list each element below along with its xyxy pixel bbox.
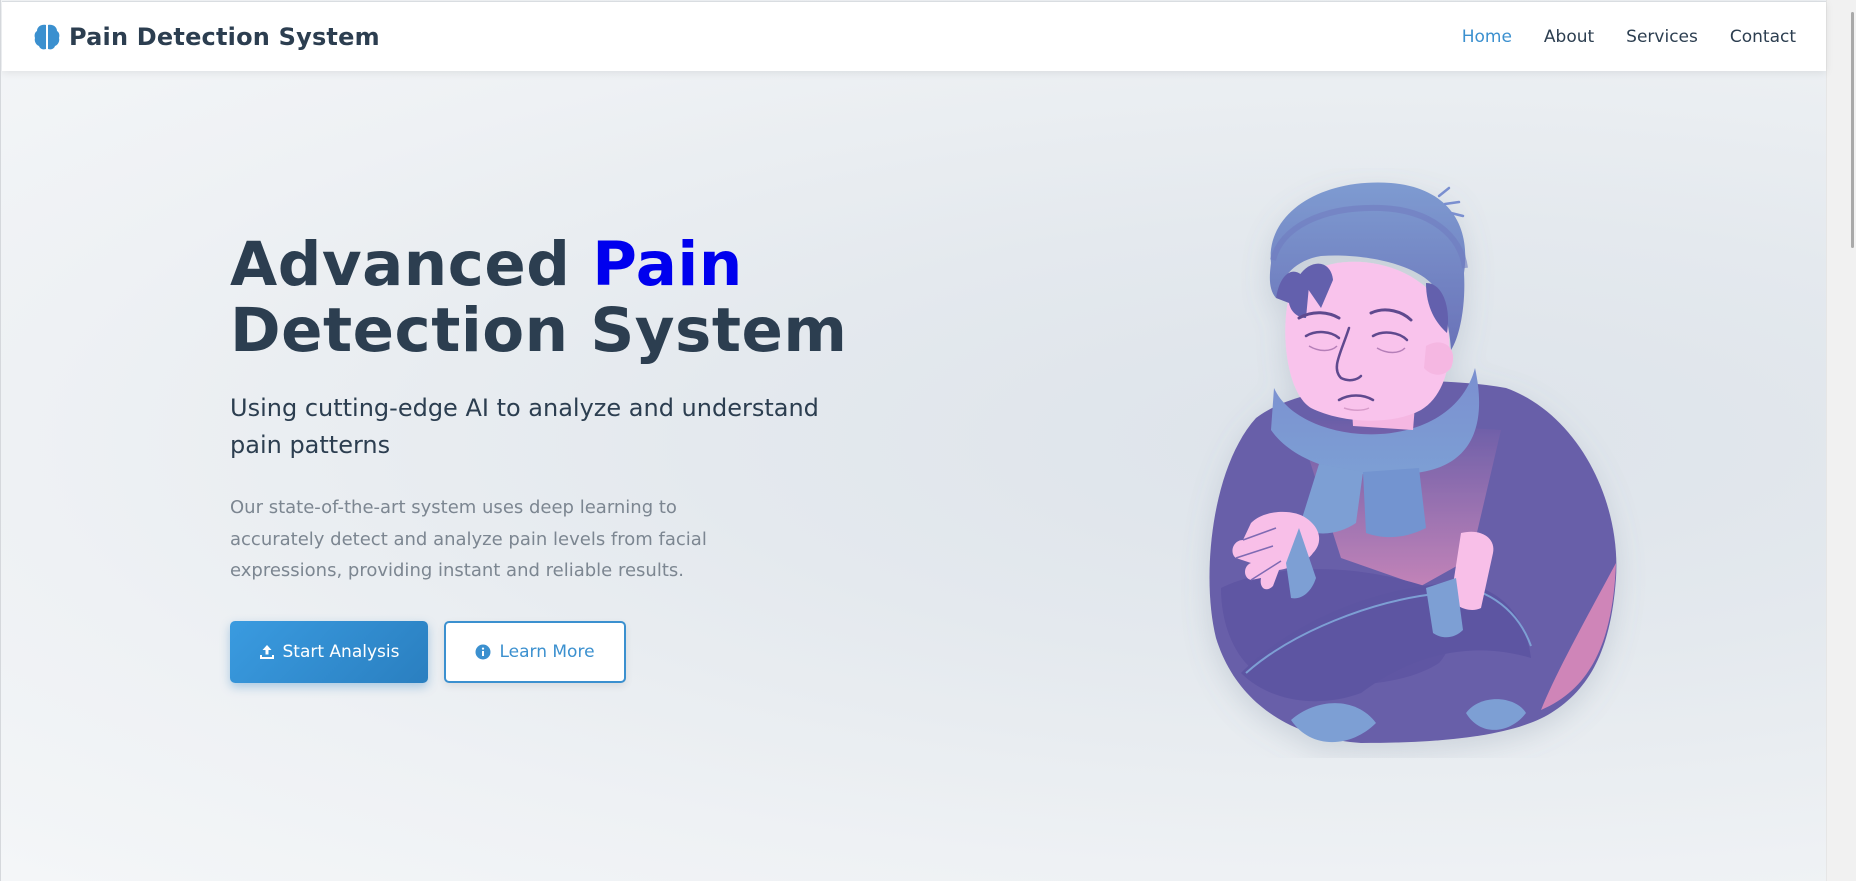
nav-link-about[interactable]: About (1544, 27, 1594, 47)
page: Pain Detection System Home About Service… (0, 0, 1856, 881)
start-analysis-button[interactable]: Start Analysis (230, 620, 428, 683)
nav-links: Home About Services Contact (1462, 27, 1796, 47)
upload-icon (259, 644, 274, 659)
info-circle-icon (475, 644, 491, 659)
nav-link-contact[interactable]: Contact (1730, 27, 1796, 47)
hero-title: Advanced Pain Detection System (230, 232, 850, 364)
hero-description: Our state-of-the-art system uses deep le… (230, 497, 707, 581)
scrollbar[interactable] (1826, 0, 1856, 881)
hero-content: Advanced Pain Detection System Using cutt… (230, 232, 850, 683)
brand[interactable]: Pain Detection System (34, 23, 380, 51)
start-analysis-label: Start Analysis (282, 641, 400, 662)
nav-link-home[interactable]: Home (1462, 27, 1512, 47)
hero-title-part1: Advanced (230, 229, 571, 300)
learn-more-label: Learn More (499, 641, 595, 662)
brain-icon (34, 24, 60, 49)
scrollbar-thumb[interactable] (1851, 12, 1854, 248)
learn-more-button[interactable]: Learn More (444, 620, 626, 683)
nav-link-services[interactable]: Services (1626, 27, 1698, 47)
navbar: Pain Detection System Home About Service… (2, 1, 1826, 71)
hero-title-part2: Detection System (230, 295, 848, 366)
hero-buttons: Start Analysis Learn More (230, 620, 850, 683)
person-in-pain-image (1209, 182, 1617, 743)
hero-subtitle: Using cutting-edge AI to analyze and und… (230, 394, 819, 459)
pain-illustration (1181, 168, 1651, 758)
brand-title: Pain Detection System (69, 22, 380, 51)
hero-title-accent: Pain (592, 229, 743, 300)
